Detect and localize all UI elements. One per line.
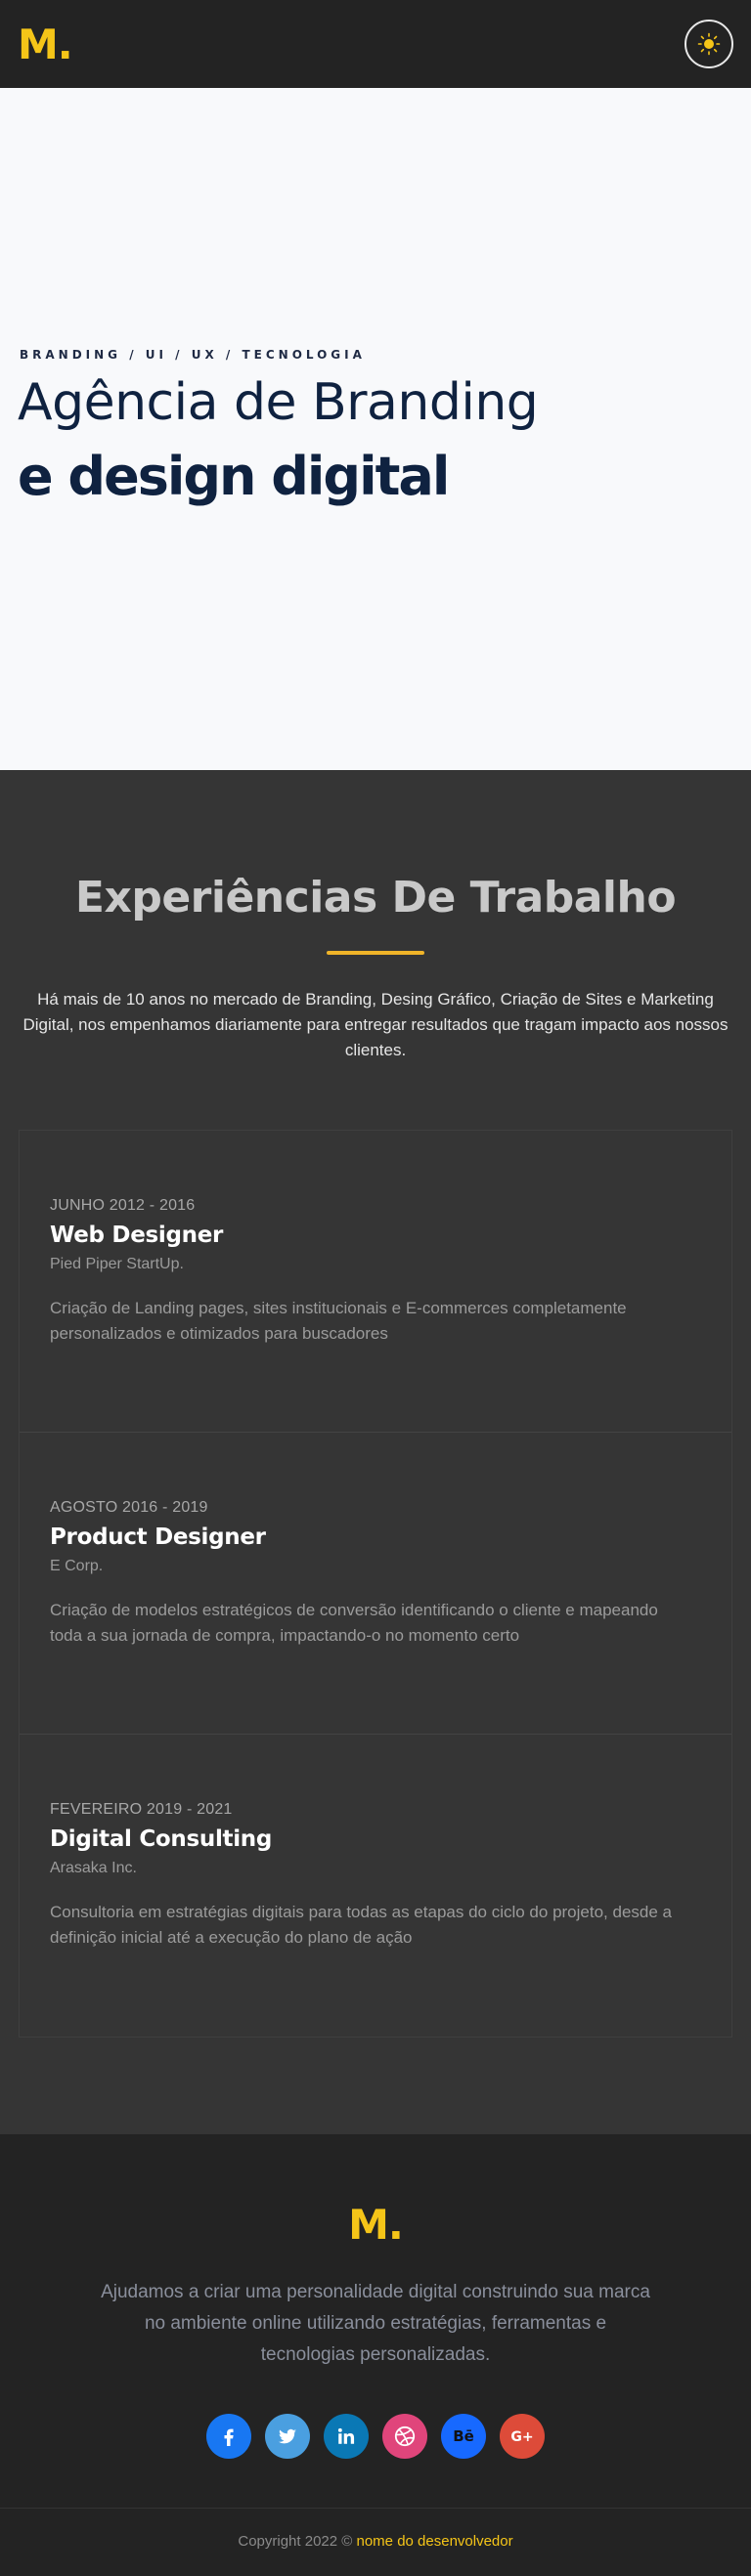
dribbble-icon xyxy=(394,2426,416,2447)
experience-section: Experiências De Trabalho Há mais de 10 a… xyxy=(0,770,751,2134)
experience-title: Experiências De Trabalho xyxy=(74,873,677,923)
twitter-icon xyxy=(279,2428,296,2444)
experience-role: Product Designer xyxy=(50,1524,266,1550)
dribbble-link[interactable] xyxy=(382,2414,427,2459)
experience-company: E Corp. xyxy=(50,1558,104,1574)
svg-text:G+: G+ xyxy=(510,2429,533,2445)
google-plus-icon: G+ xyxy=(510,2429,533,2445)
experience-item: AGOSTO 2016 - 2019 Product Designer E Co… xyxy=(20,1433,731,1735)
twitter-link[interactable] xyxy=(265,2414,310,2459)
sun-icon xyxy=(697,32,721,56)
hero-title: Agência de Branding xyxy=(18,373,539,432)
experience-description: Criação de modelos estratégicos de conve… xyxy=(50,1601,658,1645)
experience-company: Pied Piper StartUp. xyxy=(50,1256,184,1272)
experience-date: JUNHO 2012 - 2016 xyxy=(50,1197,196,1214)
experience-item: FEVEREIRO 2019 - 2021 Digital Consulting… xyxy=(20,1735,731,2037)
svg-text:Bē: Bē xyxy=(453,2427,474,2445)
footer-divider xyxy=(0,2508,751,2509)
site-header: M. xyxy=(0,0,751,88)
experience-item: JUNHO 2012 - 2016 Web Designer Pied Pipe… xyxy=(20,1131,731,1433)
hero-tags: BRANDING / UI / UX / TECNOLOGIA xyxy=(20,348,366,362)
experience-date: AGOSTO 2016 - 2019 xyxy=(50,1499,208,1516)
theme-toggle-button[interactable] xyxy=(685,20,733,68)
hero-section: BRANDING / UI / UX / TECNOLOGIA Agência … xyxy=(0,88,751,770)
experience-company: Arasaka Inc. xyxy=(50,1860,137,1876)
experience-role: Digital Consulting xyxy=(50,1826,273,1852)
google-plus-link[interactable]: G+ xyxy=(500,2414,545,2459)
experience-intro: Há mais de 10 anos no mercado de Brandin… xyxy=(22,990,729,1059)
title-underline xyxy=(327,951,424,955)
logo[interactable]: M. xyxy=(18,21,73,68)
footer-logo[interactable]: M. xyxy=(0,2201,751,2249)
facebook-icon xyxy=(224,2428,234,2446)
linkedin-icon xyxy=(337,2427,355,2444)
facebook-link[interactable] xyxy=(206,2414,251,2459)
footer-text: Ajudamos a criar uma personalidade digit… xyxy=(101,2282,650,2365)
linkedin-link[interactable] xyxy=(324,2414,369,2459)
site-footer: M. Ajudamos a criar uma personalidade di… xyxy=(0,2134,751,2576)
hero-subtitle: e design digital xyxy=(18,446,450,507)
developer-link[interactable]: nome do desenvolvedor xyxy=(357,2533,513,2550)
experience-description: Criação de Landing pages, sites instituc… xyxy=(50,1299,627,1343)
social-links: Bē G+ xyxy=(0,2414,751,2459)
copyright-text: Copyright 2022 © xyxy=(238,2533,353,2550)
behance-icon: Bē xyxy=(453,2427,474,2445)
experience-list: JUNHO 2012 - 2016 Web Designer Pied Pipe… xyxy=(19,1130,732,2038)
experience-description: Consultoria em estratégias digitais para… xyxy=(50,1903,672,1947)
behance-link[interactable]: Bē xyxy=(441,2414,486,2459)
experience-date: FEVEREIRO 2019 - 2021 xyxy=(50,1801,233,1818)
copyright: Copyright 2022 © nome do desenvolvedor xyxy=(0,2533,751,2550)
experience-role: Web Designer xyxy=(50,1223,224,1248)
